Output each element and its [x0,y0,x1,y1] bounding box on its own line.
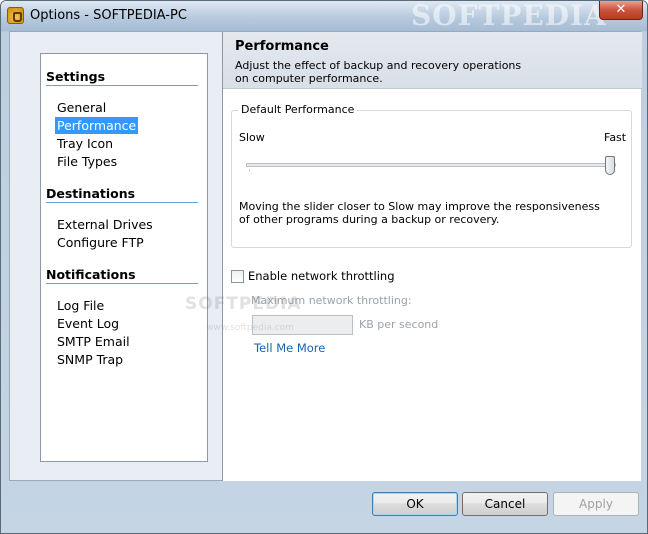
sidebar-item-smtp-email[interactable]: SMTP Email [55,333,132,350]
sidebar-item-general[interactable]: General [55,99,108,116]
slider-fast-label: Fast [604,131,627,144]
sidebar-item-log-file[interactable]: Log File [55,297,106,314]
sidebar-item-external-drives[interactable]: External Drives [55,216,155,233]
sidebar-item-configure-ftp[interactable]: Configure FTP [55,234,146,251]
slider-slow-label: Slow [239,131,265,144]
tell-me-more-link[interactable]: Tell Me More [254,341,325,355]
throttle-checkbox[interactable] [231,270,244,283]
softpedia-watermark-url: www.softpedia.com [206,323,294,333]
client-area: Settings General Performance Tray Icon F… [9,31,642,481]
sidebar-item-tray-icon[interactable]: Tray Icon [55,135,115,152]
panel-header: Performance Adjust the effect of backup … [223,32,642,89]
title-watermark: SOFTPEDIA [411,0,607,32]
sidebar-item-performance[interactable]: Performance [55,117,139,134]
kb-per-second-label: KB per second [359,318,439,331]
sidebar-heading-destinations: Destinations [46,186,198,203]
panel-title: Performance [235,39,329,54]
group-legend: Default Performance [238,103,358,116]
sidebar: Settings General Performance Tray Icon F… [40,53,208,462]
performance-slider-track[interactable] [246,163,616,167]
apply-button[interactable]: Apply [553,492,639,516]
performance-panel: Performance Adjust the effect of backup … [222,32,642,481]
panel-description: Adjust the effect of backup and recovery… [235,59,522,85]
cancel-button[interactable]: Cancel [462,492,548,516]
performance-slider-thumb[interactable] [605,156,615,175]
default-performance-group: Default Performance Slow Fast Moving the… [231,103,632,248]
app-lock-icon [7,7,24,24]
title-bar[interactable]: SOFTPEDIA Options - SOFTPEDIA-PC ✕ [1,0,647,32]
slider-description: Moving the slider closer to Slow may imp… [239,200,600,226]
sidebar-item-file-types[interactable]: File Types [55,153,119,170]
sidebar-heading-notifications: Notifications [46,267,198,284]
slider-ticks [249,169,613,172]
ok-button[interactable]: OK [372,492,458,516]
sidebar-item-snmp-trap[interactable]: SNMP Trap [55,351,125,368]
sidebar-item-event-log[interactable]: Event Log [55,315,121,332]
softpedia-watermark: SOFTPEDIA [185,294,302,314]
close-button[interactable]: ✕ [599,1,643,20]
options-window: SOFTPEDIA Options - SOFTPEDIA-PC ✕ Setti… [0,0,648,534]
throttle-checkbox-label[interactable]: Enable network throttling [248,269,395,283]
sidebar-heading-settings: Settings [46,69,198,86]
window-title: Options - SOFTPEDIA-PC [30,8,187,23]
